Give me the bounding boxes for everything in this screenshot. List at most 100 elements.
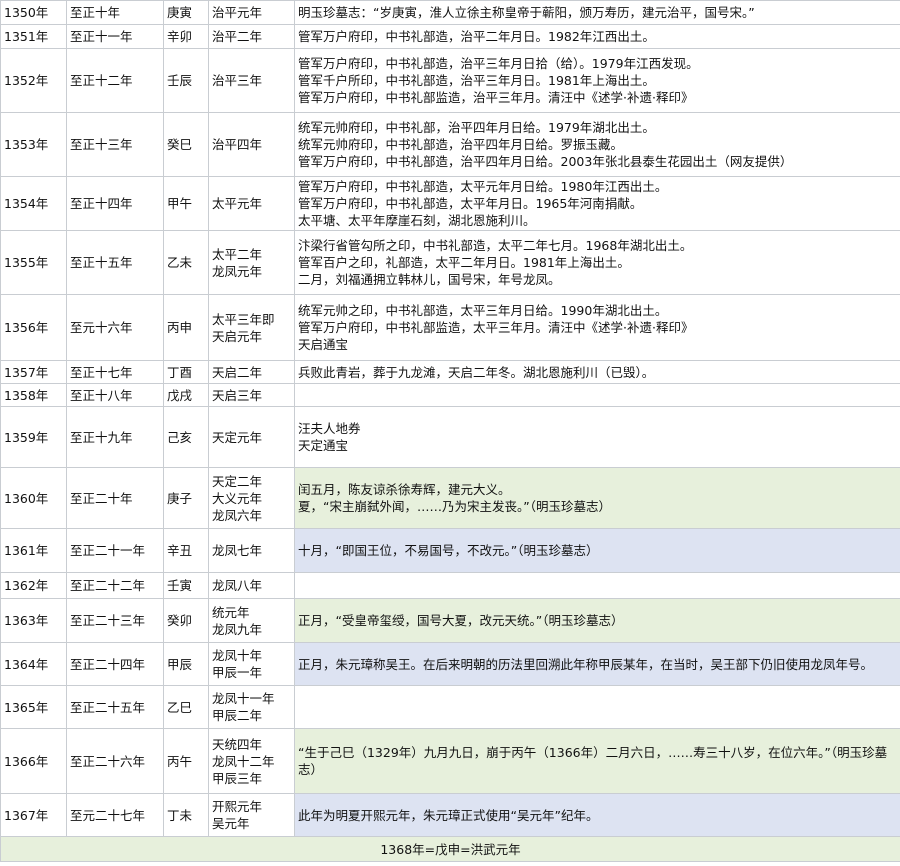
year-cell: 1364年 [0, 642, 67, 686]
notes-cell: 兵败此青岩，葬于九龙滩，天启二年冬。湖北恩施利川（已毁）。 [294, 360, 900, 384]
year-cell: 1361年 [0, 528, 67, 573]
notes-cell: 管军万户府印，中书礼部造，太平元年月日给。1980年江西出土。 管军万户府印，中书… [294, 176, 900, 231]
notes-cell-line: 正月，朱元璋称吴王。在后来明朝的历法里回溯此年称甲辰某年，在当时，吴王部下仍旧使… [298, 656, 874, 672]
notes-cell: 此年为明夏开熙元年，朱元璋正式使用“吴元年”纪年。 [294, 793, 900, 837]
year-cell: 1367年 [0, 793, 67, 837]
notes-cell: 管军万户府印，中书礼部造，治平二年月日。1982年江西出土。 [294, 24, 900, 49]
table-row: 1363年 至正二十三年 癸卯 统元年 龙凤九年 正月，“受皇帝玺绶，国号大夏，改元天统。… [0, 598, 900, 643]
reign-cell-line: 治平三年 [212, 73, 263, 88]
ganzhi-cell: 丁未 [163, 793, 209, 837]
reign-cell: 开熙元年 吴元年 [208, 793, 295, 837]
year-cell: 1356年 [0, 294, 67, 361]
reign-cell: 治平四年 [208, 112, 295, 177]
era-cell: 至正十三年 [66, 112, 164, 177]
notes-cell-line: 夏，“宋主崩弑外闻，……乃为宋主发丧。”（明玉珍墓志） [298, 499, 611, 514]
reign-cell-line: 天启元年 [212, 328, 263, 344]
notes-cell-line: 统军元帅府印，中书礼部，治平四年月日给。1979年湖北出土。 [298, 120, 655, 135]
era-cell: 至正二十年 [66, 467, 164, 529]
notes-cell-line: 管军万户府印，中书礼部造，治平三年月日拾（给）。1979年江西发现。 [298, 56, 699, 71]
year-cell: 1353年 [0, 112, 67, 177]
table-row: 1362年 至正二十二年 壬寅 龙凤八年 [0, 572, 900, 599]
notes-cell-line: 管军万户府印，中书礼部监造，治平三年月。清汪中《述学·补遗·释印》 [298, 90, 694, 105]
notes-cell-line: “生于己巳（1329年）九月九日，崩于丙午（1366年）二月六日，……寿三十八岁… [298, 745, 888, 777]
year-cell: 1362年 [0, 572, 67, 599]
reign-cell: 天定二年 大义元年 龙凤六年 [208, 467, 295, 529]
notes-cell-line: 正月，“受皇帝玺绶，国号大夏，改元天统。”（明玉珍墓志） [298, 613, 624, 628]
table-row: 1352年 至正十二年 壬辰 治平三年 管军万户府印，中书礼部造，治平三年月日拾（给）。… [0, 48, 900, 113]
ganzhi-cell: 癸卯 [163, 598, 209, 643]
year-cell: 1355年 [0, 230, 67, 295]
notes-cell-line: 十月，“即国王位，不易国号，不改元。”（明玉珍墓志） [298, 543, 599, 558]
notes-cell-line: 管军万户府印，中书礼部造，治平四年月日给。2003年张北县泰生花园出土（网友提供… [298, 154, 793, 169]
year-cell: 1365年 [0, 685, 67, 729]
notes-cell: 统军元帅府印，中书礼部，治平四年月日给。1979年湖北出土。 统军元帅府印，中书礼… [294, 112, 900, 177]
era-cell: 至正二十四年 [66, 642, 164, 686]
reign-cell-line: 天定二年 [212, 473, 263, 489]
era-cell: 至正二十五年 [66, 685, 164, 729]
notes-cell-line: 此年为明夏开熙元年，朱元璋正式使用“吴元年”纪年。 [298, 807, 599, 823]
notes-cell-line: 统军元帅府印，中书礼部造，治平四年月日给。罗振玉藏。 [298, 137, 624, 152]
footer-cell: 1368年=戊申=洪武元年 [0, 836, 900, 862]
reign-cell-line: 治平元年 [212, 5, 263, 20]
notes-cell: “生于己巳（1329年）九月九日，崩于丙午（1366年）二月六日，……寿三十八岁… [294, 728, 900, 794]
era-cell: 至正十五年 [66, 230, 164, 295]
ganzhi-cell: 己亥 [163, 406, 209, 468]
table-row: 1359年 至正十九年 己亥 天定元年 汪夫人地券 天定通宝 [0, 406, 900, 468]
ganzhi-cell: 癸巳 [163, 112, 209, 177]
reign-cell-line: 大义元年 [212, 490, 263, 506]
notes-cell-line: 管军百户之印，礼部造，太平二年月日。1981年上海出土。 [298, 255, 630, 270]
reign-cell-line: 龙凤元年 [212, 263, 263, 279]
reign-cell: 治平三年 [208, 48, 295, 113]
ganzhi-cell: 壬寅 [163, 572, 209, 599]
reign-cell: 太平三年即 天启元年 [208, 294, 295, 361]
footer-row: 1368年=戊申=洪武元年 [0, 836, 900, 862]
reign-cell-line: 治平四年 [212, 137, 263, 152]
reign-cell: 太平二年 龙凤元年 [208, 230, 295, 295]
notes-cell-line: 统军元帅之印，中书礼部造，太平三年月日给。1990年湖北出土。 [298, 303, 668, 318]
year-cell: 1351年 [0, 24, 67, 49]
reign-cell: 龙凤七年 [208, 528, 295, 573]
year-cell: 1363年 [0, 598, 67, 643]
notes-cell: 明玉珍墓志：“岁庚寅，淮人立徐主称皇帝于蕲阳，颁万寿历，建元治平，国号宋。” [294, 0, 900, 25]
reign-cell: 统元年 龙凤九年 [208, 598, 295, 643]
year-cell: 1360年 [0, 467, 67, 529]
notes-cell-line: 天定通宝 [298, 438, 349, 453]
reign-cell: 龙凤十一年 甲辰二年 [208, 685, 295, 729]
table-row: 1364年 至正二十四年 甲辰 龙凤十年 甲辰一年 正月，朱元璋称吴王。在后来明朝的历法里… [0, 642, 900, 686]
reign-cell-line: 龙凤六年 [212, 507, 263, 523]
table-row: 1358年 至正十八年 戊戌 天启三年 [0, 383, 900, 407]
reign-cell: 龙凤八年 [208, 572, 295, 599]
notes-cell: 管军万户府印，中书礼部造，治平三年月日拾（给）。1979年江西发现。 管军千户所印… [294, 48, 900, 113]
notes-cell: 正月，朱元璋称吴王。在后来明朝的历法里回溯此年称甲辰某年，在当时，吴王部下仍旧使… [294, 642, 900, 686]
era-cell: 至正十九年 [66, 406, 164, 468]
year-cell: 1358年 [0, 383, 67, 407]
reign-cell: 天启二年 [208, 360, 295, 384]
table-row: 1357年 至正十七年 丁酉 天启二年 兵败此青岩，葬于九龙滩，天启二年冬。湖北恩施利川… [0, 360, 900, 384]
notes-cell-line: 明玉珍墓志：“岁庚寅，淮人立徐主称皇帝于蕲阳，颁万寿历，建元治平，国号宋。” [298, 5, 755, 20]
reign-cell-line: 天启三年 [212, 387, 263, 403]
table-row: 1367年 至元二十七年 丁未 开熙元年 吴元年 此年为明夏开熙元年，朱元璋正式使用“吴元… [0, 793, 900, 837]
notes-cell-line: 汴梁行省管勾所之印，中书礼部造，太平二年七月。1968年湖北出土。 [298, 238, 693, 253]
notes-cell: 闰五月，陈友谅杀徐寿辉，建元大义。夏，“宋主崩弑外闻，……乃为宋主发丧。”（明玉… [294, 467, 900, 529]
reign-cell-line: 龙凤十年 [212, 648, 263, 663]
notes-cell-line: 管军千户所印，中书礼部造，治平三年月日。1981年上海出土。 [298, 73, 655, 88]
ganzhi-cell: 戊戌 [163, 383, 209, 407]
year-cell: 1354年 [0, 176, 67, 231]
reign-cell: 天统四年 龙凤十二年 甲辰三年 [208, 728, 295, 794]
era-cell: 至正二十二年 [66, 572, 164, 599]
notes-cell: 汴梁行省管勾所之印，中书礼部造，太平二年七月。1968年湖北出土。 管军百户之印，… [294, 230, 900, 295]
era-cell: 至正二十三年 [66, 598, 164, 643]
notes-cell-line: 闰五月，陈友谅杀徐寿辉，建元大义。 [298, 482, 511, 497]
reign-cell-line: 龙凤七年 [212, 543, 263, 558]
notes-cell: 汪夫人地券 天定通宝 [294, 406, 900, 468]
notes-cell-line: 管军万户府印，中书礼部监造，太平三年月。清汪中《述学·补遗·释印》 [298, 320, 694, 335]
reign-cell: 太平元年 [208, 176, 295, 231]
ganzhi-cell: 乙未 [163, 230, 209, 295]
notes-cell-line: 兵败此青岩，葬于九龙滩，天启二年冬。湖北恩施利川（已毁）。 [298, 364, 655, 380]
ganzhi-cell: 丁酉 [163, 360, 209, 384]
notes-cell-line: 二月，刘福通拥立韩林儿，国号宋，年号龙凤。 [298, 272, 561, 287]
notes-cell-line: 太平塘、太平年摩崖石刻，湖北恩施利川。 [298, 213, 536, 228]
era-cell: 至正十四年 [66, 176, 164, 231]
notes-cell [294, 383, 900, 407]
reign-cell-line: 太平元年 [212, 196, 263, 211]
